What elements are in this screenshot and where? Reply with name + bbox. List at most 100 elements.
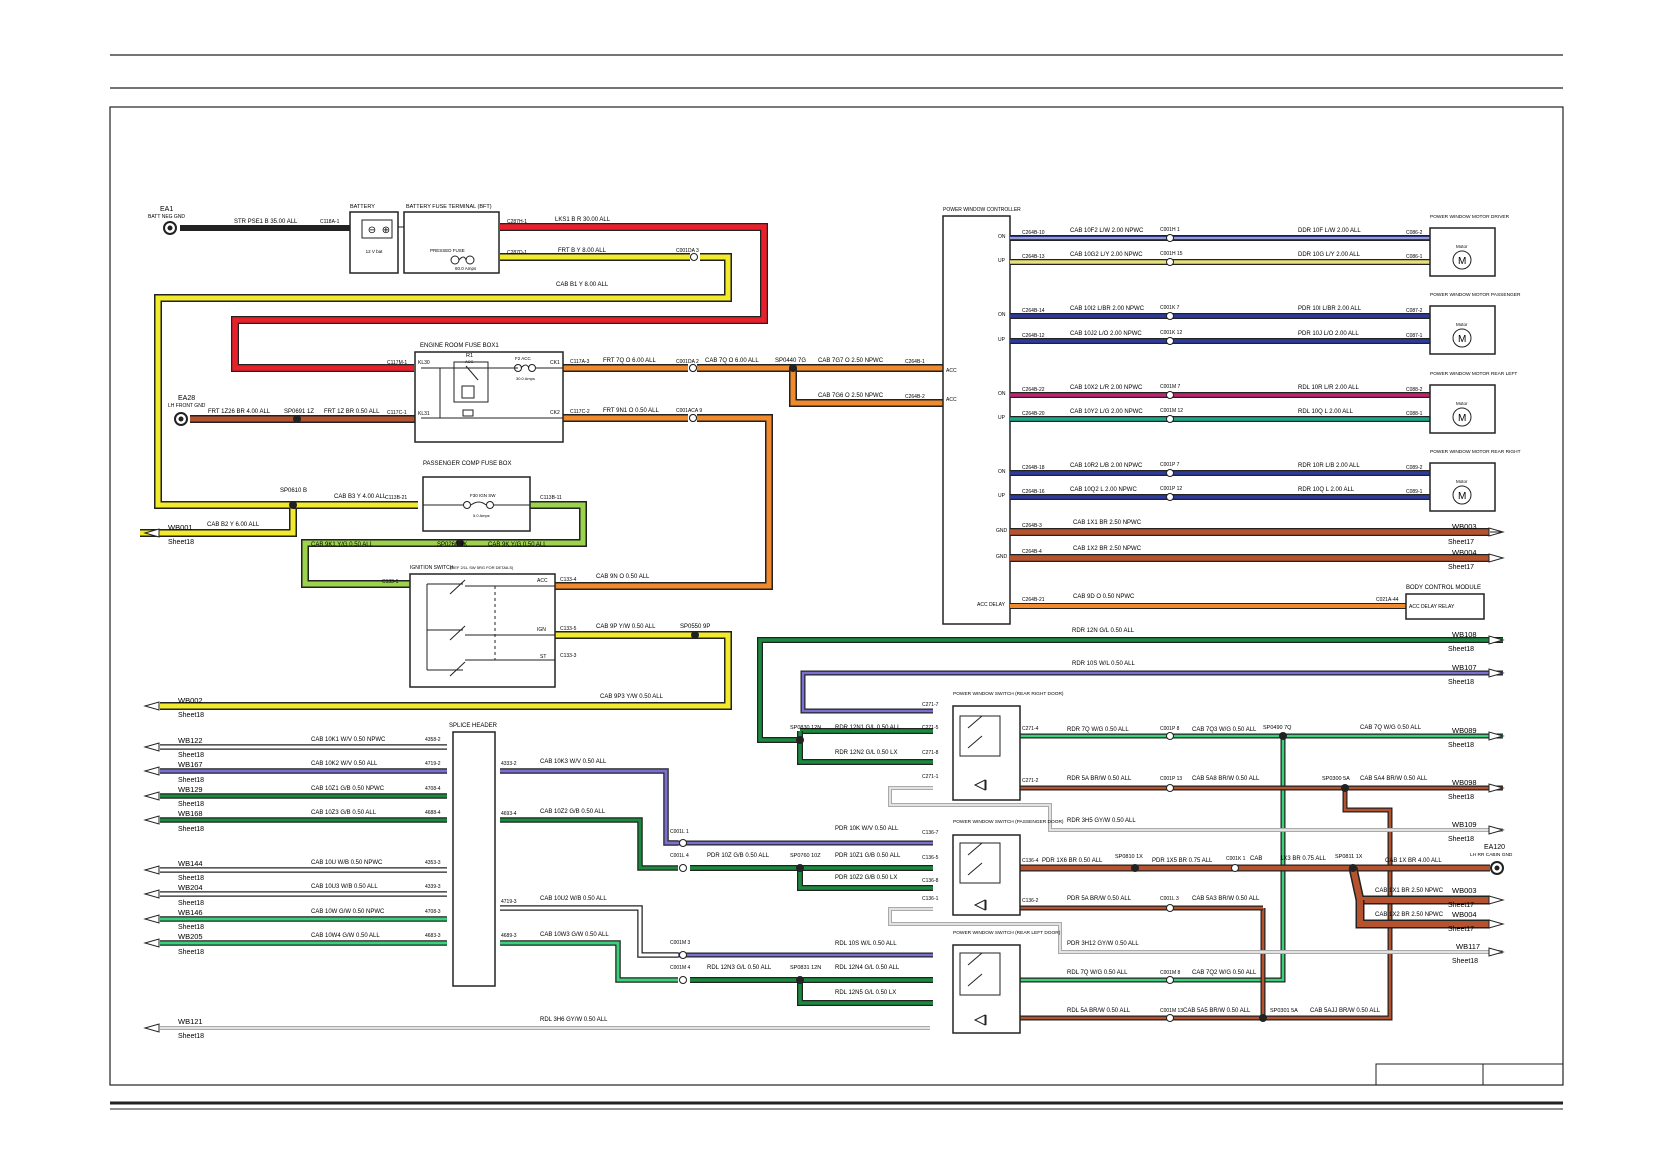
svg-text:C001L 4: C001L 4 xyxy=(670,853,689,859)
svg-text:C271-8: C271-8 xyxy=(922,750,939,756)
svg-text:CAB 5AJJ BR/W 0.50 ALL: CAB 5AJJ BR/W 0.50 ALL xyxy=(1310,1008,1381,1014)
wb107-label: WB107 xyxy=(1452,663,1477,672)
c264b2-label: C264B-2 xyxy=(905,394,925,400)
sp0440-node xyxy=(789,364,797,372)
kl31-label: KL31 xyxy=(418,411,430,417)
svg-text:RDL 12N5 G/L 0.50 LX: RDL 12N5 G/L 0.50 LX xyxy=(835,990,896,996)
r-4719: 4719-3 xyxy=(501,899,517,905)
c117a3-label: C117A-3 xyxy=(570,359,590,365)
ea28-sub: LH FRONT GND xyxy=(168,403,206,409)
svg-text:CAB 10J2 L/O 2.00 NPWC: CAB 10J2 L/O 2.00 NPWC xyxy=(1070,331,1142,337)
cab-b3y-label: CAB B3 Y 4.00 ALL xyxy=(334,494,387,500)
c113b21-label: C113B-21 xyxy=(385,495,407,501)
svg-text:C271-1: C271-1 xyxy=(922,774,939,780)
wb089-sheet: Sheet18 xyxy=(1448,742,1474,749)
svg-text:C089-2: C089-2 xyxy=(1406,465,1423,471)
svg-text:CAB 7Q W/G 0.50 ALL: CAB 7Q W/G 0.50 ALL xyxy=(1360,725,1422,731)
svg-text:C271-4: C271-4 xyxy=(1022,726,1039,732)
wb098-label: WB098 xyxy=(1452,778,1477,787)
c287h1-label: C287H-1 xyxy=(507,219,527,225)
m2-label: POWER WINDOW MOTOR PASSENGER xyxy=(1430,292,1521,298)
frt-by-label: FRT B Y 8.00 ALL xyxy=(558,248,607,254)
m1-label: POWER WINDOW MOTOR DRIVER xyxy=(1430,214,1510,220)
wb168-label: WB168 xyxy=(178,809,203,818)
pwc-accdelay: ACC DELAY xyxy=(977,602,1006,608)
ck1-label: CK1 xyxy=(550,360,560,366)
cab-7g6-label: CAB 7G6 O 2.50 NPWC xyxy=(818,393,884,399)
wb108-sheet: Sheet18 xyxy=(1448,646,1474,653)
svg-text:CAB 10X2 L/R 2.00 NPWC: CAB 10X2 L/R 2.00 NPWC xyxy=(1070,385,1143,391)
wire-labels-motors: C264B-10 CAB 10F2 L/W 2.00 NPWC C001H 1 D… xyxy=(1022,227,1423,495)
cab-9k-label: CAB 9K Y/G 0.50 ALL xyxy=(488,542,547,548)
svg-text:C001H 15: C001H 15 xyxy=(1160,251,1183,257)
svg-text:C001P 7: C001P 7 xyxy=(1160,462,1180,468)
svg-text:C001K 12: C001K 12 xyxy=(1160,330,1182,336)
c287d1-label: C287D-1 xyxy=(507,250,527,256)
cab-9k1-label: CAB 9K1 Y/G 0.50 ALL xyxy=(311,542,374,548)
ea1-sub: BATT NEG GND xyxy=(148,214,185,220)
wb167-label: WB167 xyxy=(178,760,203,769)
svg-text:CAB 10Y2 L/G 2.00 NPWC: CAB 10Y2 L/G 2.00 NPWC xyxy=(1070,409,1143,415)
ignition-switch xyxy=(409,573,556,688)
switch-rear-left xyxy=(952,944,1021,1034)
ea120-label: EA120 xyxy=(1484,844,1505,851)
passenger-comp-fuse-box xyxy=(422,476,531,532)
c264b1-label: C264B-1 xyxy=(905,359,925,365)
frt-1z26-label: FRT 1Z26 BR 4.00 ALL xyxy=(208,409,271,415)
l-10w4: CAB 10W4 G/W 0.50 ALL xyxy=(311,933,380,939)
kl30-label: KL30 xyxy=(418,360,430,366)
cab-9p3-label: CAB 9P3 Y/W 0.50 ALL xyxy=(600,694,664,700)
svg-text:C136-2: C136-2 xyxy=(1022,898,1039,904)
svg-text:C264B-12: C264B-12 xyxy=(1022,333,1045,339)
svg-text:C088-1: C088-1 xyxy=(1406,411,1423,417)
wb003-label: WB003 xyxy=(1452,522,1477,531)
gnd1-wire: CAB 1X1 BR 2.50 NPWC xyxy=(1073,520,1142,526)
acc2-label: ACC xyxy=(946,397,957,403)
rdl-3h6-label: RDL 3H6 GY/W 0.50 ALL xyxy=(540,1017,608,1023)
cab-7g7-label: CAB 7G7 O 2.50 NPWC xyxy=(818,358,884,364)
svg-text:DDR 10G L/Y 2.00 ALL: DDR 10G L/Y 2.00 ALL xyxy=(1298,252,1361,258)
m4-label: POWER WINDOW MOTOR REAR RIGHT xyxy=(1430,449,1521,455)
motor-rear-left xyxy=(1429,384,1496,434)
svg-text:C136-8: C136-8 xyxy=(922,878,939,884)
svg-text:C264B-14: C264B-14 xyxy=(1022,308,1045,314)
svg-text:C264B-18: C264B-18 xyxy=(1022,465,1045,471)
battery: ⊖ ⊕ 12 V bat xyxy=(349,211,399,274)
svg-text:RDR 10Q L 2.00 ALL: RDR 10Q L 2.00 ALL xyxy=(1298,487,1355,493)
svg-text:C086-1: C086-1 xyxy=(1406,254,1423,260)
svg-text:CAB 5A3 BR/W 0.50 ALL: CAB 5A3 BR/W 0.50 ALL xyxy=(1192,896,1260,902)
bft-label: BATTERY FUSE TERMINAL (BFT) xyxy=(406,204,492,210)
pwc-gnd2: GND xyxy=(996,554,1008,560)
sh-10w3: CAB 10W3 G/W 0.50 ALL xyxy=(540,932,609,938)
erfb-label: ENGINE ROOM FUSE BOX1 xyxy=(420,343,499,349)
l-10z1: CAB 10Z1 G/B 0.50 NPWC xyxy=(311,786,385,792)
c117c2-label: C117C-2 xyxy=(570,409,590,415)
gnd2-wire: CAB 1X2 BR 2.50 NPWC xyxy=(1073,546,1142,552)
bcm-label: BODY CONTROL MODULE xyxy=(1406,585,1481,591)
svg-text:CAB 10I2 L/BR 2.00 NPWC: CAB 10I2 L/BR 2.00 NPWC xyxy=(1070,306,1145,312)
svg-text:C001H 1: C001H 1 xyxy=(1160,227,1180,233)
svg-text:SP0490 7Q: SP0490 7Q xyxy=(1263,725,1292,731)
c1333-label: C133-3 xyxy=(560,653,577,659)
frt-1z-label: FRT 1Z BR 0.50 ALL xyxy=(324,409,380,415)
svg-text:RDL 10R L/R 2.00 ALL: RDL 10R L/R 2.00 ALL xyxy=(1298,385,1359,391)
m1-motor: Motor xyxy=(1456,244,1468,249)
svg-text:CAB 1X1 BR 2.50 NPWC: CAB 1X1 BR 2.50 NPWC xyxy=(1375,888,1444,894)
r-4693: 4693-4 xyxy=(501,811,517,817)
c001da2-label: C001DA 2 xyxy=(676,359,699,365)
splice-right-wires xyxy=(500,768,678,983)
engine-room-fuse-box xyxy=(414,351,564,443)
svg-text:C001M 3: C001M 3 xyxy=(670,940,691,946)
wb109-sheet: Sheet18 xyxy=(1448,836,1474,843)
svg-text:C001M 13: C001M 13 xyxy=(1160,1008,1183,1014)
p4353: 4353-3 xyxy=(425,860,441,866)
wb122-sheet: Sheet18 xyxy=(178,752,204,759)
p4719: 4719-2 xyxy=(425,761,441,767)
c113b11-label: C113B-11 xyxy=(540,495,562,501)
wb109-label: WB109 xyxy=(1452,820,1477,829)
l-10k1: CAB 10K1 W/V 0.50 NPWC xyxy=(311,737,386,743)
left-wb-arrows xyxy=(143,742,160,1033)
svg-text:C136-1: C136-1 xyxy=(922,896,939,902)
sp0691-label: SP0691 1Z xyxy=(284,409,314,415)
f30-amps: 5.0 Amps xyxy=(473,513,490,518)
